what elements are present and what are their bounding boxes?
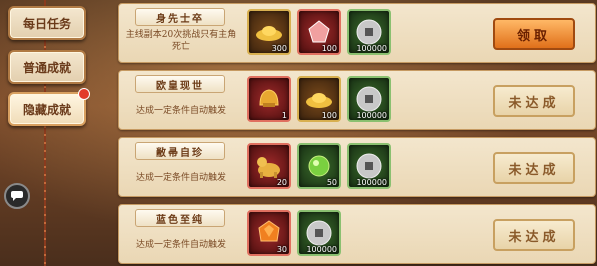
achievement-title: 敝帚自珍 (135, 142, 225, 160)
reward-qty: 100000 (356, 178, 387, 187)
tab-label: 普通成就 (22, 60, 71, 75)
reward-qty: 20 (276, 178, 287, 187)
reward-qty: 1 (281, 111, 287, 120)
achievement-desc: 达成一定条件自动触发 (135, 106, 226, 116)
tab-label: 隐藏成就 (22, 102, 71, 117)
not-achieved-button[interactable]: 未达成 (493, 219, 575, 251)
reward-qty: 100 (321, 111, 337, 120)
not-achieved-button[interactable]: 未达成 (493, 152, 575, 184)
reward-item[interactable]: 100 (297, 76, 341, 122)
claim-button[interactable]: 领取 (493, 18, 575, 50)
achievement-desc: 达成一定条件自动触发 (135, 173, 226, 183)
reward-item[interactable]: 50 (297, 143, 341, 189)
reward-qty: 300 (271, 44, 287, 53)
achievement-title: 欧皇现世 (135, 75, 225, 93)
achievement-desc: 达成一定条件自动触发 (135, 240, 226, 250)
reward-list: 30 100000 (247, 210, 341, 258)
gold-ingot-icon (256, 26, 282, 41)
reward-list: 1 100 100000 (247, 76, 391, 124)
achievement-row: 蓝色至纯 达成一定条件自动触发 30 100000 未达成 (118, 204, 596, 264)
golden-tiger-icon (257, 157, 280, 178)
achievement-title: 蓝色至纯 (135, 209, 225, 227)
achievement-row: 敝帚自珍 达成一定条件自动触发 20 50 100000 未达成 (118, 137, 596, 197)
golden-helmet-icon (259, 89, 279, 107)
achievement-title: 身先士卒 (135, 8, 225, 26)
chat-icon[interactable] (4, 183, 30, 209)
reward-item[interactable]: 1 (247, 76, 291, 122)
tab-hidden-achievements[interactable]: 隐藏成就 (8, 88, 90, 126)
reward-list: 300 100 100000 (247, 9, 391, 57)
reward-item[interactable]: 100000 (347, 143, 391, 189)
tab-daily-tasks[interactable]: 每日任务 (8, 6, 86, 40)
achievement-desc: 主线副本20次挑战只有主角死亡 (125, 30, 237, 52)
reward-item[interactable]: 100000 (297, 210, 341, 256)
achievement-list: 身先士卒 主线副本20次挑战只有主角死亡 300 100 100000 领取 欧… (118, 0, 597, 266)
coin-icon (356, 86, 382, 112)
coin-icon (356, 19, 382, 45)
reward-item[interactable]: 30 (247, 210, 291, 256)
reward-item[interactable]: 300 (247, 9, 291, 55)
red-gem-icon (308, 20, 330, 43)
orange-gem-icon (258, 220, 280, 242)
reward-item[interactable]: 20 (247, 143, 291, 189)
coin-icon (306, 220, 332, 246)
reward-qty: 30 (276, 245, 287, 254)
reward-item[interactable]: 100 (297, 9, 341, 55)
reward-item[interactable]: 100000 (347, 76, 391, 122)
reward-qty: 100000 (356, 111, 387, 120)
reward-qty: 100000 (356, 44, 387, 53)
notification-dot (78, 88, 90, 100)
gold-ingot-icon (306, 93, 332, 108)
tab-normal-achievements[interactable]: 普通成就 (8, 50, 86, 84)
reward-qty: 50 (326, 178, 337, 187)
coin-icon (356, 153, 382, 179)
tab-label: 每日任务 (22, 16, 71, 31)
achievement-row: 身先士卒 主线副本20次挑战只有主角死亡 300 100 100000 领取 (118, 3, 596, 63)
green-orb-icon (308, 155, 330, 177)
reward-qty: 100000 (306, 245, 337, 254)
not-achieved-button[interactable]: 未达成 (493, 85, 575, 117)
reward-list: 20 50 100000 (247, 143, 391, 191)
achievement-row: 欧皇现世 达成一定条件自动触发 1 100 100000 未达成 (118, 70, 596, 130)
sidebar: 每日任务 普通成就 隐藏成就 (0, 0, 108, 266)
reward-item[interactable]: 100000 (347, 9, 391, 55)
reward-qty: 100 (321, 44, 337, 53)
